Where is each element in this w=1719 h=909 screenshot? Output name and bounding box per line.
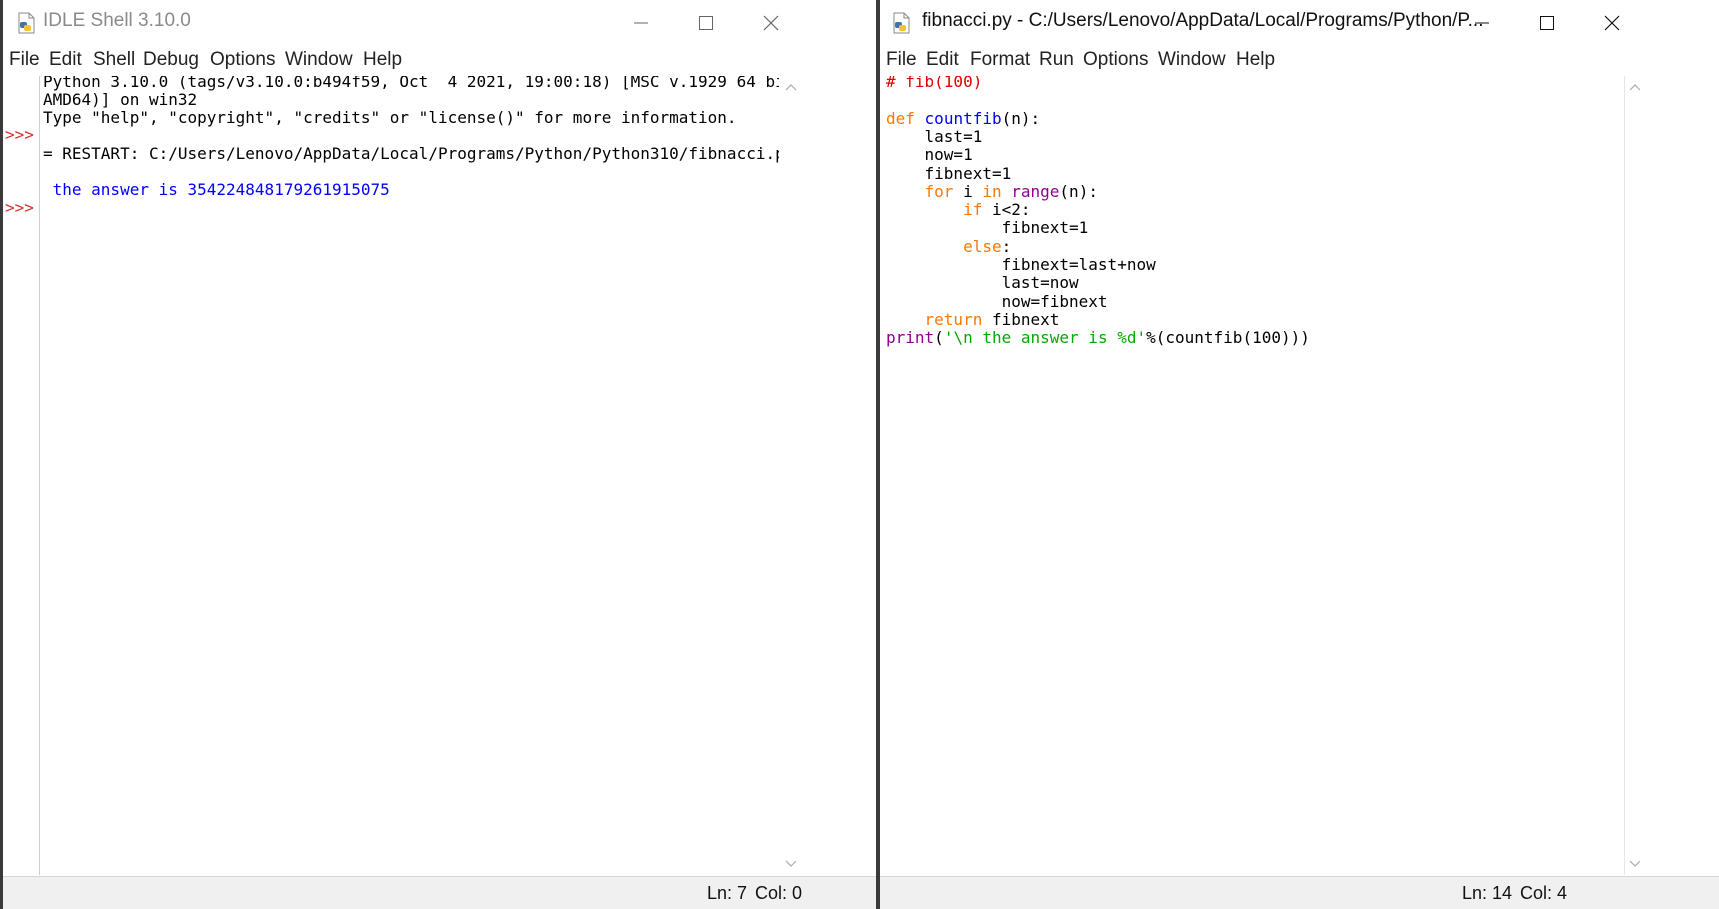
column-number: Col: 0 <box>755 883 803 903</box>
code-token: for <box>924 181 954 201</box>
code-token: : <box>1001 236 1012 256</box>
close-icon[interactable] <box>1601 12 1623 34</box>
code-line: print('\n the answer is %d'%(countfib(10… <box>886 328 1310 348</box>
shell-window: IDLE Shell 3.10.0 File Edit Shell Debug … <box>0 0 876 909</box>
shell-titlebar[interactable]: IDLE Shell 3.10.0 <box>3 0 876 48</box>
window-title: fibnacci.py - C:/Users/Lenovo/AppData/Lo… <box>922 10 1484 31</box>
code-line: last=now <box>886 273 1079 293</box>
code-token: # fib(100) <box>886 76 983 91</box>
editor-window: fibnacci.py - C:/Users/Lenovo/AppData/Lo… <box>876 0 1719 909</box>
python-file-icon[interactable] <box>17 12 37 34</box>
code-token: fibnext <box>982 309 1060 329</box>
code-line: for i in range(n): <box>886 182 1098 202</box>
editor-menubar: File Edit Format Run Options Window Help <box>880 48 1719 76</box>
code-line: def countfib(n): <box>886 109 1040 129</box>
shell-statusbar: Ln: 7 Col: 0 <box>3 876 876 909</box>
menu-options[interactable]: Options <box>210 49 275 71</box>
code-line: fibnext=1 <box>886 218 1089 238</box>
menu-edit[interactable]: Edit <box>49 49 82 71</box>
menu-help[interactable]: Help <box>363 49 402 71</box>
code-token: last=1 <box>886 126 983 146</box>
code-token: now=1 <box>886 145 973 165</box>
shell-output-line: Type "help", "copyright", "credits" or "… <box>43 108 737 127</box>
chevron-up-icon[interactable] <box>1625 78 1645 96</box>
menu-debug[interactable]: Debug <box>143 49 199 71</box>
editor-statusbar: Ln: 14 Col: 4 <box>880 876 1719 909</box>
column-number: Col: 4 <box>1520 883 1568 903</box>
shell-output-line: AMD64)] on win32 <box>43 90 198 109</box>
editor-scrollbar[interactable] <box>1624 76 1645 875</box>
menu-file[interactable]: File <box>886 49 917 71</box>
code-token: (n): <box>1059 181 1098 201</box>
shell-menubar: File Edit Shell Debug Options Window Hel… <box>3 48 876 76</box>
menu-edit[interactable]: Edit <box>926 49 959 71</box>
shell-restart-line: = RESTART: C:/Users/Lenovo/AppData/Local… <box>43 144 779 163</box>
line-number: Ln: 7 <box>707 883 748 903</box>
minimize-icon[interactable] <box>1471 12 1493 34</box>
code-token: if <box>963 200 983 220</box>
code-token: now=fibnext <box>886 291 1108 311</box>
chevron-up-icon[interactable] <box>781 78 801 96</box>
chevron-down-icon[interactable] <box>1625 855 1645 873</box>
prompt-gutter: >>> >>> <box>3 76 40 875</box>
code-token: fibnext=1 <box>886 218 1089 238</box>
code-line: last=1 <box>886 126 983 147</box>
code-token: ( <box>934 328 944 348</box>
code-token: in <box>982 181 1002 201</box>
code-token: else <box>963 236 1002 256</box>
chevron-down-icon[interactable] <box>781 855 801 873</box>
python-file-icon[interactable] <box>892 12 912 34</box>
menu-options[interactable]: Options <box>1083 49 1148 71</box>
code-line: fibnext=1 <box>886 163 1012 184</box>
code-token: fibnext=1 <box>886 163 1012 183</box>
code-token: print <box>886 328 935 348</box>
code-line: fibnext=last+now <box>886 255 1156 275</box>
code-editor[interactable]: # fib(100) def countfib(n): last=1 now=1 … <box>886 76 1616 875</box>
shell-program-output: the answer is 354224848179261915075 <box>43 180 390 199</box>
shell-prompt: >>> <box>5 125 34 144</box>
code-token: '\n the answer is %d' <box>943 328 1147 348</box>
code-line: else: <box>886 237 1011 257</box>
code-token: fibnext=last+now <box>886 255 1156 274</box>
code-line: # fib(100) <box>886 76 982 92</box>
code-line: return fibnext <box>886 309 1060 330</box>
line-number: Ln: 14 <box>1462 883 1513 903</box>
code-token: %(countfib(100))) <box>1146 328 1310 348</box>
menu-format[interactable]: Format <box>970 49 1030 71</box>
menu-window[interactable]: Window <box>285 49 353 71</box>
close-icon[interactable] <box>760 12 782 34</box>
menu-run[interactable]: Run <box>1039 49 1074 71</box>
code-token: return <box>924 309 983 329</box>
code-token: (n): <box>1001 108 1041 128</box>
code-line: now=fibnext <box>886 292 1108 312</box>
menu-shell[interactable]: Shell <box>93 49 135 71</box>
maximize-icon[interactable] <box>695 12 717 34</box>
editor-titlebar[interactable]: fibnacci.py - C:/Users/Lenovo/AppData/Lo… <box>880 0 1719 48</box>
maximize-icon[interactable] <box>1536 12 1558 34</box>
code-token: i <box>953 181 983 201</box>
minimize-icon[interactable] <box>630 12 652 34</box>
code-token: def <box>886 108 915 128</box>
menu-window[interactable]: Window <box>1158 49 1226 71</box>
code-line: if i<2: <box>886 200 1031 220</box>
shell-text-area[interactable]: Python 3.10.0 (tags/v3.10.0:b494f59, Oct… <box>43 76 779 875</box>
shell-prompt: >>> <box>5 198 34 217</box>
shell-scrollbar[interactable] <box>781 76 801 875</box>
code-token: last=now <box>886 273 1079 293</box>
menu-help[interactable]: Help <box>1236 49 1275 71</box>
code-token: countfib <box>924 108 1002 128</box>
code-line: now=1 <box>886 145 973 165</box>
window-title: IDLE Shell 3.10.0 <box>43 10 191 31</box>
code-token: i<2: <box>982 200 1031 220</box>
menu-file[interactable]: File <box>9 49 40 71</box>
code-token: range <box>1011 181 1060 201</box>
